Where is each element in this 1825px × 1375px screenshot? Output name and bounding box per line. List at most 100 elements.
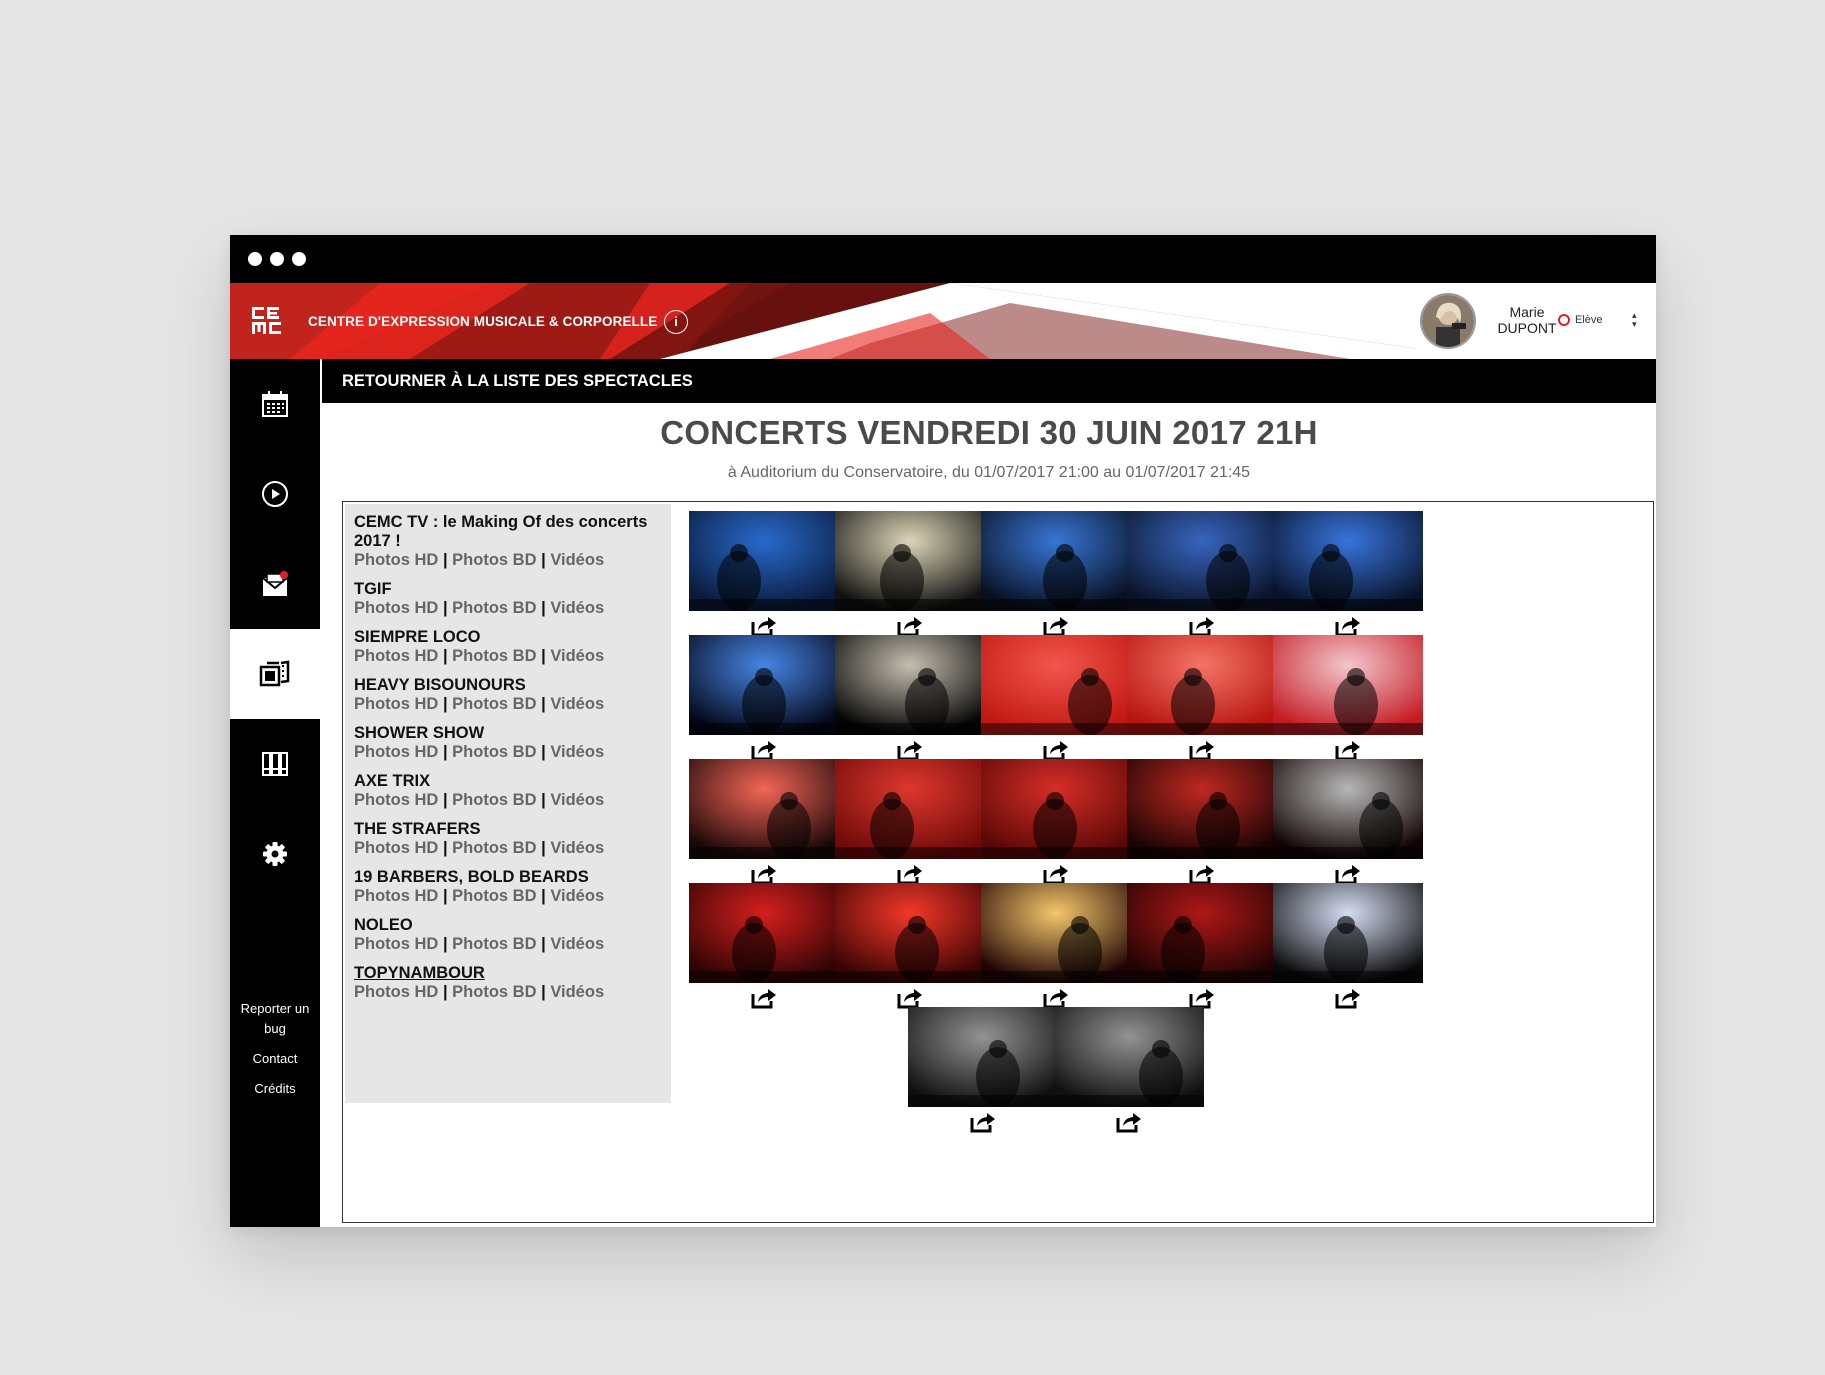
- photo-thumbnail[interactable]: [981, 759, 1131, 859]
- share-icon[interactable]: [969, 1110, 997, 1134]
- videos-link[interactable]: Vidéos: [550, 887, 604, 905]
- link-separator: |: [442, 743, 448, 761]
- link-separator: |: [442, 839, 448, 857]
- videos-link[interactable]: Vidéos: [550, 935, 604, 953]
- photos-bd-link[interactable]: Photos BD: [452, 791, 536, 809]
- share-icon[interactable]: [1334, 986, 1362, 1010]
- photos-bd-link[interactable]: Photos BD: [452, 647, 536, 665]
- window-dot-icon[interactable]: [248, 252, 262, 266]
- photos-hd-link[interactable]: Photos HD: [354, 599, 438, 617]
- role-selector[interactable]: Elève: [1558, 314, 1603, 326]
- photo-thumbnail[interactable]: [1127, 759, 1277, 859]
- photo-thumbnail[interactable]: [981, 511, 1131, 611]
- link-separator: |: [442, 647, 448, 665]
- band-media-links: Photos HD | Photos BD | Vidéos: [354, 695, 662, 714]
- videos-link[interactable]: Vidéos: [550, 743, 604, 761]
- videos-link[interactable]: Vidéos: [550, 839, 604, 857]
- band-item: SIEMPRE LOCO Photos HD | Photos BD | Vidé…: [354, 628, 662, 666]
- link-separator: |: [541, 839, 546, 857]
- videos-link[interactable]: Vidéos: [550, 647, 604, 665]
- nav-messages[interactable]: [230, 539, 320, 629]
- photos-hd-link[interactable]: Photos HD: [354, 551, 438, 569]
- band-name[interactable]: TOPYNAMBOUR: [354, 964, 662, 983]
- photo-thumbnail[interactable]: [1054, 1007, 1204, 1107]
- photo-thumbnail[interactable]: [689, 511, 839, 611]
- photos-bd-link[interactable]: Photos BD: [452, 839, 536, 857]
- photos-hd-link[interactable]: Photos HD: [354, 839, 438, 857]
- user-panel[interactable]: Marie DUPONT Elève ▴ ▾: [1417, 283, 1656, 359]
- photos-bd-link[interactable]: Photos BD: [452, 599, 536, 617]
- photo-thumbnail[interactable]: [1273, 759, 1423, 859]
- photo-thumbnail[interactable]: [835, 883, 985, 983]
- photo-thumbnail[interactable]: [1273, 511, 1423, 611]
- contact-link[interactable]: Contact: [230, 1049, 320, 1069]
- band-name[interactable]: 19 BARBERS, BOLD BEARDS: [354, 868, 662, 887]
- play-circle-icon: [262, 481, 288, 507]
- photo-thumbnail[interactable]: [689, 759, 839, 859]
- window-dot-icon[interactable]: [270, 252, 284, 266]
- photo-thumbnail[interactable]: [981, 883, 1131, 983]
- videos-link[interactable]: Vidéos: [550, 551, 604, 569]
- photos-bd-link[interactable]: Photos BD: [452, 695, 536, 713]
- photos-hd-link[interactable]: Photos HD: [354, 695, 438, 713]
- link-separator: |: [442, 935, 448, 953]
- avatar[interactable]: [1420, 293, 1476, 349]
- photo-thumbnail[interactable]: [981, 635, 1131, 735]
- photos-bd-link[interactable]: Photos BD: [452, 551, 536, 569]
- band-name[interactable]: THE STRAFERS: [354, 820, 662, 839]
- photos-bd-link[interactable]: Photos BD: [452, 743, 536, 761]
- photos-bd-link[interactable]: Photos BD: [452, 983, 536, 1001]
- window-dot-icon[interactable]: [292, 252, 306, 266]
- report-bug-link[interactable]: Reporter un bug: [230, 999, 320, 1039]
- user-name[interactable]: Marie DUPONT: [1487, 304, 1567, 336]
- nav-library[interactable]: [230, 719, 320, 809]
- share-icon[interactable]: [750, 986, 778, 1010]
- nav-settings[interactable]: [230, 809, 320, 899]
- band-item: NOLEO Photos HD | Photos BD | Vidéos: [354, 916, 662, 954]
- photo-thumbnail[interactable]: [835, 511, 985, 611]
- cemc-logo-icon[interactable]: [252, 306, 284, 336]
- photo-thumbnail[interactable]: [1273, 883, 1423, 983]
- photo-thumbnail[interactable]: [1127, 511, 1277, 611]
- band-name[interactable]: TGIF: [354, 580, 662, 599]
- band-name[interactable]: AXE TRIX: [354, 772, 662, 791]
- role-radio-icon[interactable]: [1558, 314, 1570, 326]
- band-name[interactable]: SIEMPRE LOCO: [354, 628, 662, 647]
- role-label: Elève: [1575, 314, 1603, 326]
- info-button[interactable]: i: [664, 310, 688, 334]
- credits-link[interactable]: Crédits: [230, 1079, 320, 1099]
- photos-bd-link[interactable]: Photos BD: [452, 887, 536, 905]
- photo-thumbnail[interactable]: [689, 635, 839, 735]
- nav-shows[interactable]: [230, 629, 320, 719]
- photo-thumbnail[interactable]: [1273, 635, 1423, 735]
- user-first-name: Marie: [1509, 304, 1545, 320]
- photos-hd-link[interactable]: Photos HD: [354, 983, 438, 1001]
- band-name[interactable]: HEAVY BISOUNOURS: [354, 676, 662, 695]
- videos-link[interactable]: Vidéos: [550, 599, 604, 617]
- photos-hd-link[interactable]: Photos HD: [354, 791, 438, 809]
- photo-thumbnail[interactable]: [1127, 635, 1277, 735]
- share-icon[interactable]: [1115, 1110, 1143, 1134]
- photos-hd-link[interactable]: Photos HD: [354, 887, 438, 905]
- photo-thumbnail[interactable]: [1127, 883, 1277, 983]
- videos-link[interactable]: Vidéos: [550, 695, 604, 713]
- band-name[interactable]: CEMC TV : le Making Of des concerts 2017…: [354, 513, 662, 551]
- videos-link[interactable]: Vidéos: [550, 983, 604, 1001]
- band-name[interactable]: SHOWER SHOW: [354, 724, 662, 743]
- photos-hd-link[interactable]: Photos HD: [354, 647, 438, 665]
- back-to-shows-link[interactable]: RETOURNER À LA LISTE DES SPECTACLES: [322, 359, 1656, 403]
- caret-icon[interactable]: ▴ ▾: [1632, 311, 1637, 329]
- band-name[interactable]: NOLEO: [354, 916, 662, 935]
- nav-calendar[interactable]: [230, 359, 320, 449]
- photo-thumbnail[interactable]: [689, 883, 839, 983]
- photo-thumbnail[interactable]: [908, 1007, 1058, 1107]
- videos-link[interactable]: Vidéos: [550, 791, 604, 809]
- nav-videos[interactable]: [230, 449, 320, 539]
- photos-bd-link[interactable]: Photos BD: [452, 935, 536, 953]
- photo-thumbnail[interactable]: [835, 759, 985, 859]
- mail-notification-icon: [262, 571, 288, 596]
- header-banner: CENTRE D'EXPRESSION MUSICALE & CORPORELL…: [230, 283, 1656, 359]
- photos-hd-link[interactable]: Photos HD: [354, 743, 438, 761]
- photos-hd-link[interactable]: Photos HD: [354, 935, 438, 953]
- photo-thumbnail[interactable]: [835, 635, 985, 735]
